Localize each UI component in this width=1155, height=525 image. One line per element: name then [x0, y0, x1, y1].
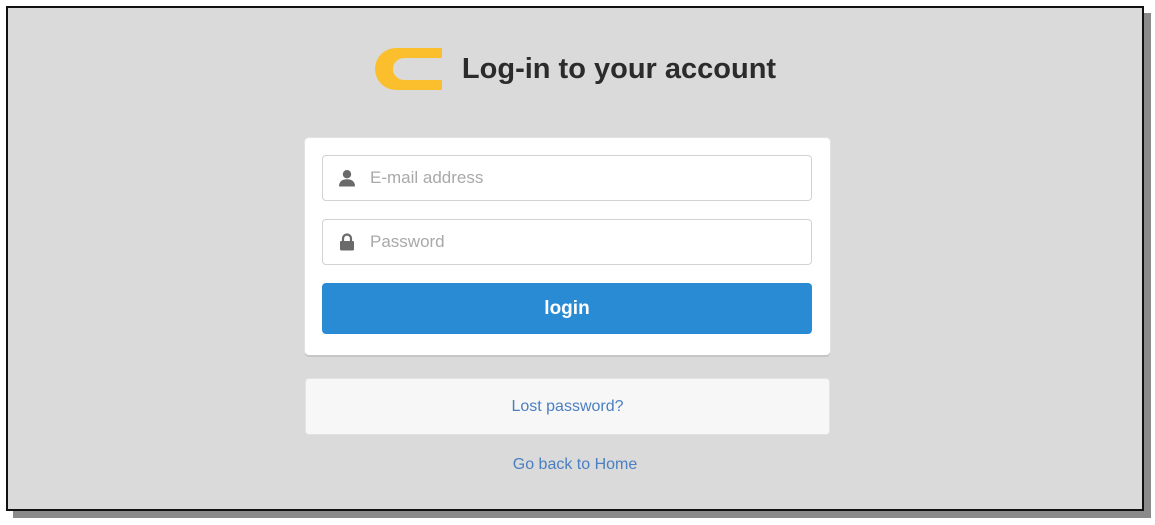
email-input[interactable] [370, 158, 790, 198]
login-window: Log-in to your account login Lost [6, 6, 1144, 511]
password-input[interactable] [370, 222, 790, 262]
password-field[interactable] [322, 219, 812, 265]
login-button[interactable]: login [322, 283, 812, 334]
user-icon [337, 168, 357, 188]
email-field[interactable] [322, 155, 812, 201]
home-link-container: Go back to Home [8, 456, 1142, 474]
yellow-c-logo-icon [374, 48, 442, 90]
page-title: Log-in to your account [461, 52, 777, 85]
lost-password-link[interactable]: Lost password? [511, 398, 623, 416]
login-form-card: login [305, 138, 830, 355]
lost-password-box: Lost password? [305, 378, 830, 435]
login-header: Log-in to your account [8, 48, 1142, 90]
go-home-link[interactable]: Go back to Home [513, 456, 638, 473]
lock-icon [337, 232, 357, 252]
